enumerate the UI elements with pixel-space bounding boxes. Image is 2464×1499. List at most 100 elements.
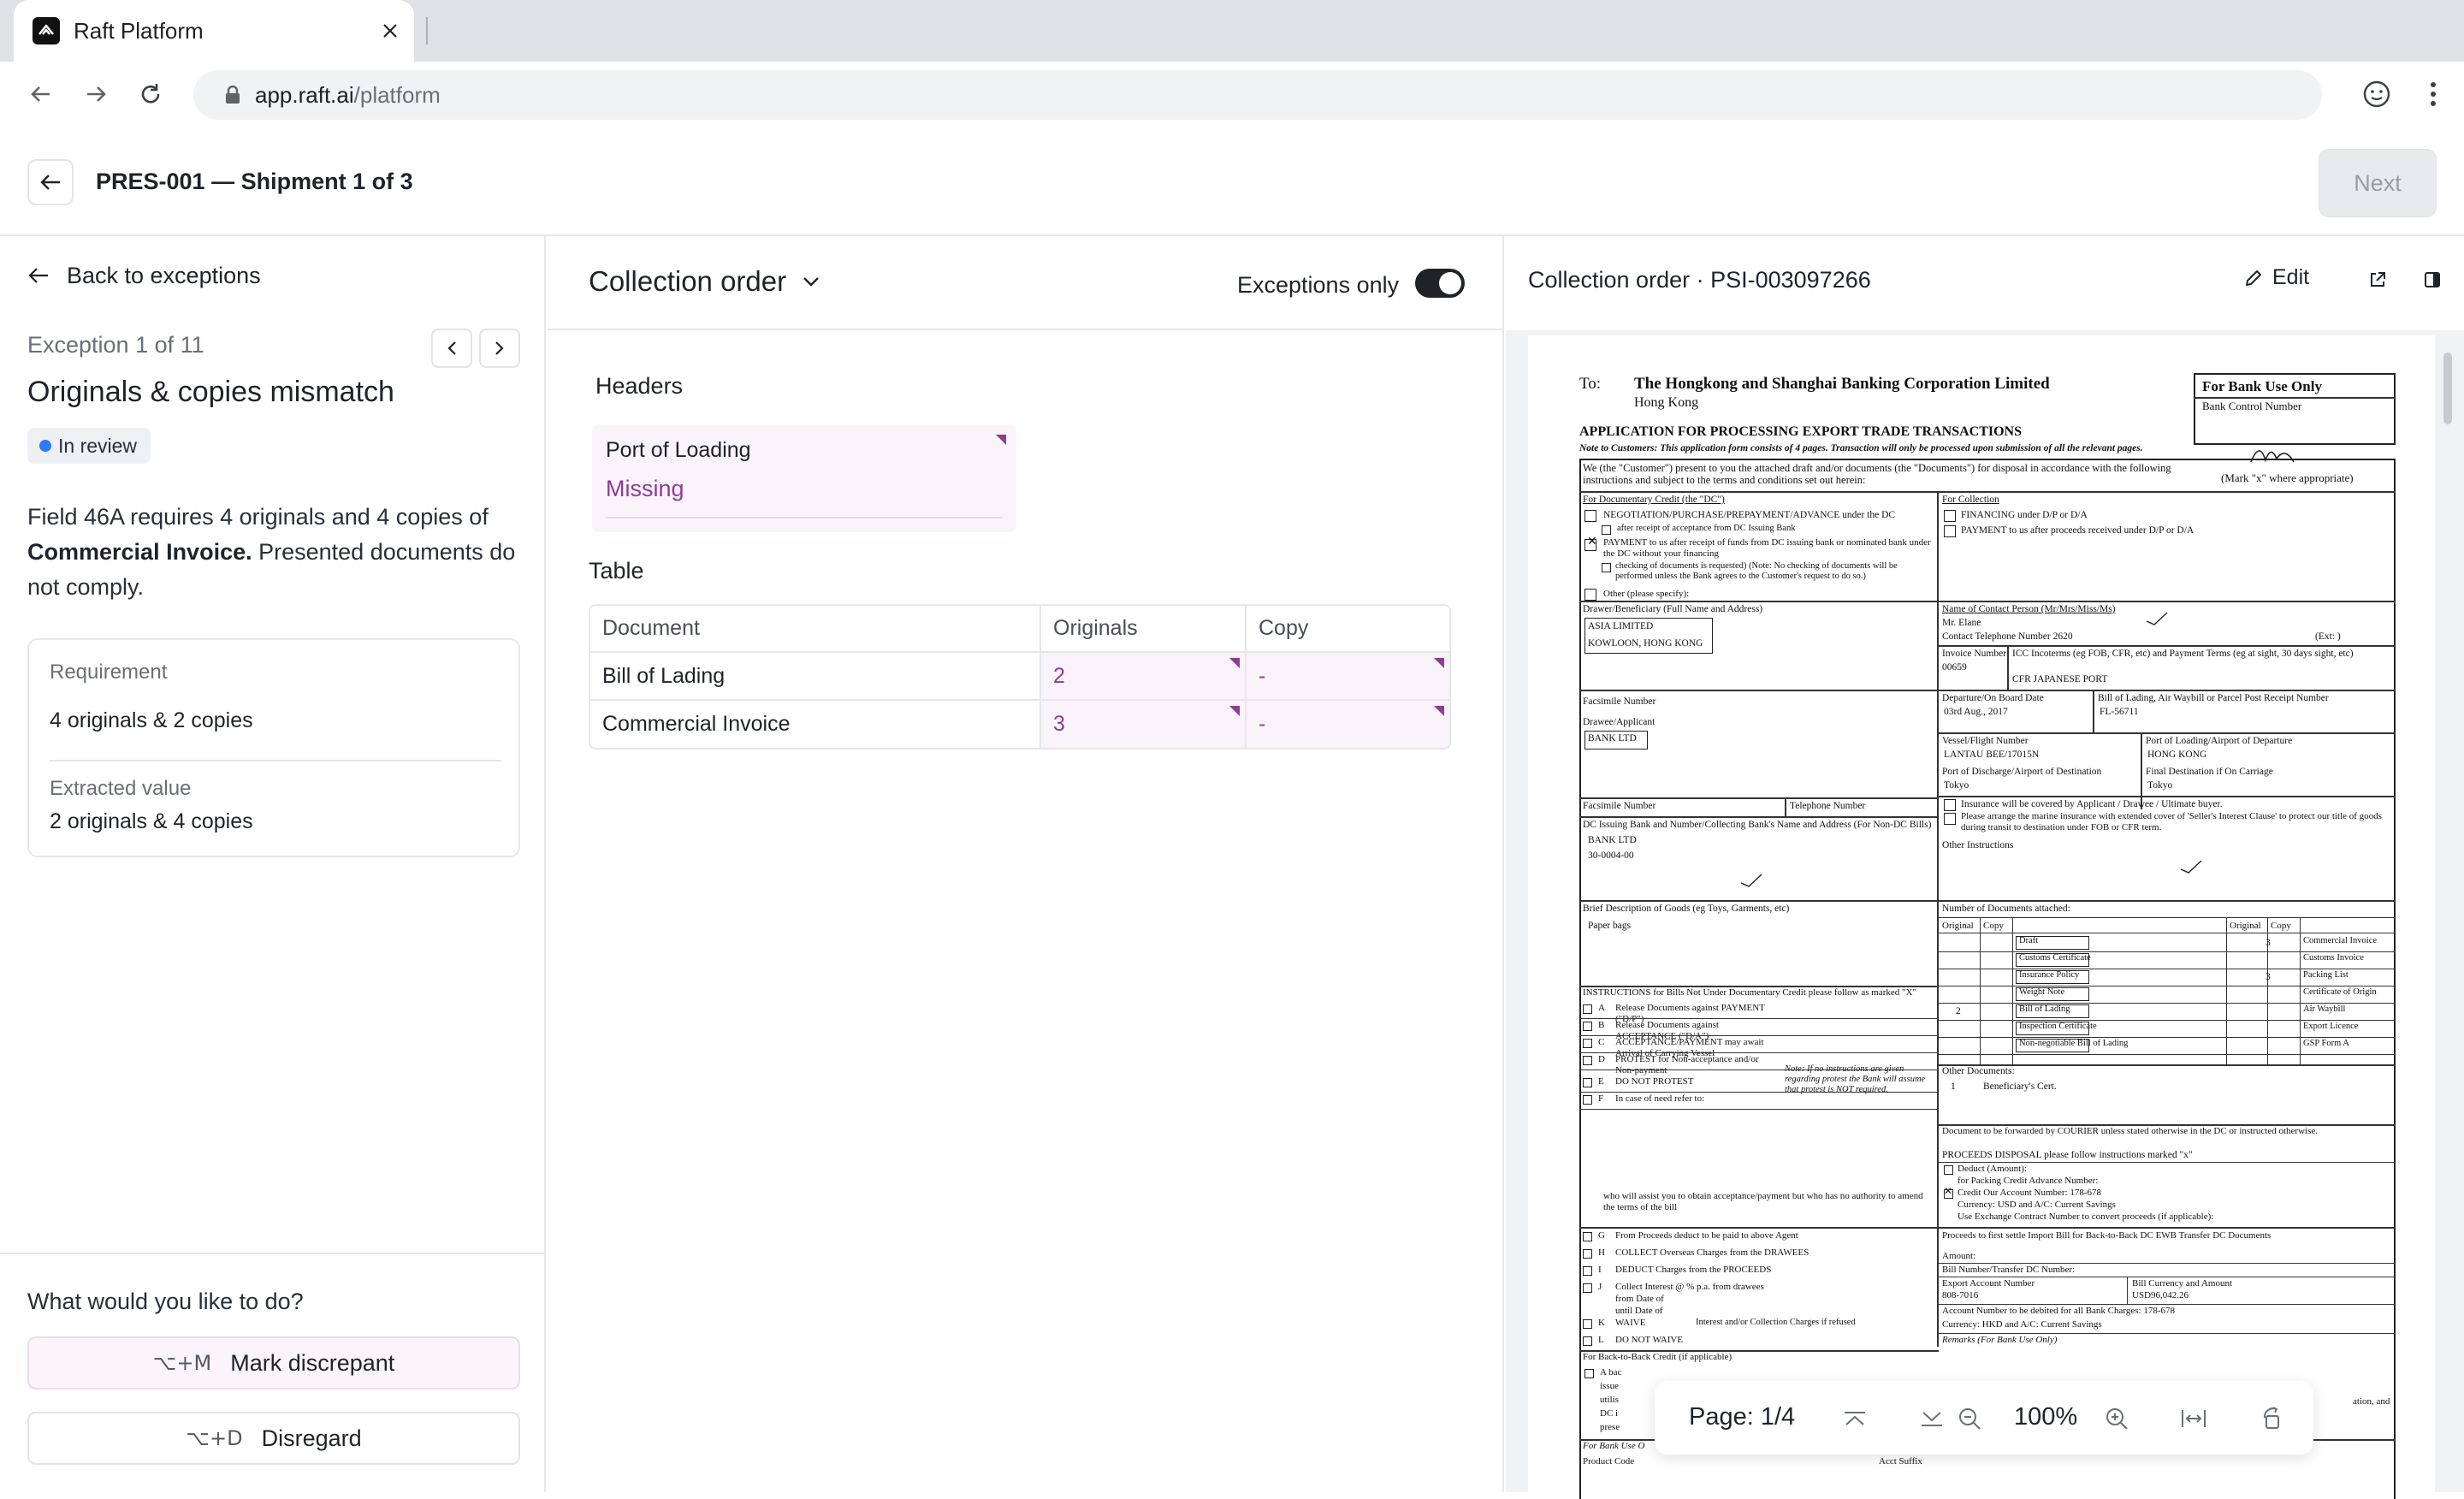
profile-icon[interactable] [2358, 75, 2396, 113]
extracted-value-label: Extracted value [50, 777, 192, 800]
chevron-up-icon [1845, 1412, 1865, 1425]
requirement-label: Requirement [50, 661, 168, 684]
exception-description: Field 46A requires 4 originals and 4 cop… [27, 504, 516, 600]
originals-cell[interactable]: 3 [1040, 700, 1247, 748]
column-header-document: Document [590, 606, 1041, 653]
external-link-icon [2371, 272, 2385, 287]
documents-table: Document Originals Copy Bill of Lading 2… [589, 604, 1451, 750]
address-bar[interactable]: app.raft.ai/platform [193, 70, 2322, 120]
instruction-checkbox [1583, 1039, 1592, 1048]
field-value: Missing [606, 476, 684, 501]
zoom-in-button[interactable] [2098, 1400, 2135, 1437]
port-of-loading-field[interactable]: Port of Loading Missing [592, 424, 1016, 532]
instruction-checkbox [1583, 1095, 1592, 1105]
charges-checkbox [1583, 1319, 1592, 1329]
fit-width-button[interactable] [2175, 1400, 2212, 1437]
document-viewer: Collection order · PSI-003097266 Edit To… [1506, 236, 2464, 1499]
browser-tab[interactable]: Raft Platform [14, 0, 414, 62]
instruction-letter: F [1598, 1093, 1604, 1104]
doc-list-right-item: Air Waybill [2303, 1004, 2346, 1014]
to-label: To: [1579, 375, 1602, 393]
viewer-controls: Page: 1/4 100% [1655, 1381, 2313, 1455]
close-tab-icon[interactable] [373, 14, 407, 48]
mark-x-note: (Mark "x" where appropriate) [2221, 471, 2354, 484]
back-to-exceptions-label: Back to exceptions [67, 262, 261, 288]
charges-checkbox [1583, 1249, 1592, 1259]
originals-cell[interactable]: 2 [1040, 652, 1247, 701]
mark-discrepant-button[interactable]: ⌥+M Mark discrepant [27, 1336, 520, 1389]
instruction-checkbox [1583, 1022, 1592, 1031]
forward-arrow-icon[interactable] [77, 75, 115, 113]
copy-cell[interactable]: - [1246, 700, 1449, 748]
exception-title: Originals & copies mismatch [27, 376, 394, 408]
exception-flag-icon [996, 435, 1006, 445]
instruction-checkbox [1583, 1056, 1592, 1065]
next-button[interactable]: Next [2319, 149, 2437, 217]
charges-text: DO NOT WAIVE [1615, 1335, 1684, 1345]
document-type-dropdown[interactable]: Collection order [589, 265, 820, 298]
doc-list-left-item: Insurance Policy [2019, 970, 2080, 980]
requirement-card: Requirement 4 originals & 2 copies Extra… [27, 638, 520, 857]
document-page: To: The Hongkong and Shanghai Banking Co… [1528, 335, 2435, 1499]
reload-icon[interactable] [132, 75, 169, 113]
url-text: app.raft.ai/platform [255, 82, 441, 108]
document-cell[interactable]: Bill of Lading [590, 652, 1041, 701]
instruction-checkbox [1583, 1004, 1592, 1014]
tab-title: Raft Platform [74, 18, 204, 44]
zoom-in-icon [2106, 1408, 2128, 1430]
doc-list-line [1939, 1054, 2396, 1055]
exception-counter: Exception 1 of 11 [27, 332, 204, 358]
back-arrow-icon[interactable] [22, 75, 60, 113]
chevron-left-icon [447, 341, 456, 355]
doc-list-left-item: Customs Certificate [2019, 953, 2091, 963]
next-page-button[interactable] [1913, 1400, 1951, 1437]
actions-question: What would you like to do? [27, 1289, 304, 1314]
disregard-label: Disregard [261, 1425, 362, 1451]
doc-list-left-item: Draft [2019, 936, 2039, 945]
chevron-down-icon [1922, 1412, 1942, 1426]
mark-discrepant-label: Mark discrepant [230, 1349, 395, 1376]
raft-favicon-icon [33, 17, 60, 44]
open-external-button[interactable] [2363, 265, 2392, 294]
intro-text: We (the "Customer") present to you the a… [1583, 462, 2171, 487]
viewer-header: Collection order · PSI-003097266 Edit [1506, 236, 2464, 330]
charges-text: WAIVE [1615, 1318, 1646, 1328]
previous-exception-button[interactable] [431, 329, 472, 368]
zoom-level: 100% [2014, 1403, 2078, 1431]
exceptions-only-toggle[interactable] [1415, 269, 1465, 298]
zoom-out-button[interactable] [1951, 1400, 1988, 1437]
document-cell[interactable]: Commercial Invoice [590, 700, 1041, 748]
doc-list-right-item: Commercial Invoice [2303, 936, 2378, 945]
back-button[interactable] [27, 159, 74, 205]
chevron-right-icon [495, 341, 504, 355]
next-exception-button[interactable] [479, 329, 520, 368]
table-row: Bill of Lading 2 - [590, 652, 1449, 701]
copy-cell[interactable]: - [1246, 652, 1449, 701]
instruction-checkbox [1583, 1078, 1592, 1087]
browser-tabstrip: Raft Platform [0, 0, 2464, 62]
instruction-line [1579, 1035, 1939, 1036]
zoom-out-icon [1959, 1408, 1981, 1430]
charges-letter: J [1598, 1282, 1602, 1292]
browser-menu-icon[interactable] [2414, 75, 2452, 113]
table-row: Commercial Invoice 3 - [590, 700, 1449, 748]
instruction-letter: D [1598, 1054, 1605, 1064]
toggle-panel-button[interactable] [2418, 265, 2447, 294]
divider [548, 329, 1502, 330]
table-section-title: Table [589, 558, 644, 584]
doc-list-left-item: Weight Note [2019, 987, 2065, 997]
charges-letter: L [1598, 1335, 1604, 1345]
browser-toolbar: app.raft.ai/platform [0, 62, 2464, 128]
bank-city: Hong Kong [1634, 395, 1699, 410]
back-to-exceptions-link[interactable]: Back to exceptions [27, 260, 261, 291]
status-label: In review [58, 434, 138, 457]
previous-page-button[interactable] [1836, 1400, 1874, 1437]
charges-letter: I [1598, 1265, 1602, 1275]
doc-list-right-item: Customs Invoice [2303, 953, 2364, 963]
charges-text: DEDUCT Charges from the PROCEEDS [1615, 1265, 1772, 1275]
signature-mark [2250, 450, 2295, 463]
edit-button[interactable]: Edit [2243, 265, 2309, 290]
disregard-button[interactable]: ⌥+D Disregard [27, 1412, 520, 1465]
rotate-button[interactable] [2254, 1400, 2291, 1437]
scrollbar-thumb[interactable] [2443, 353, 2452, 424]
